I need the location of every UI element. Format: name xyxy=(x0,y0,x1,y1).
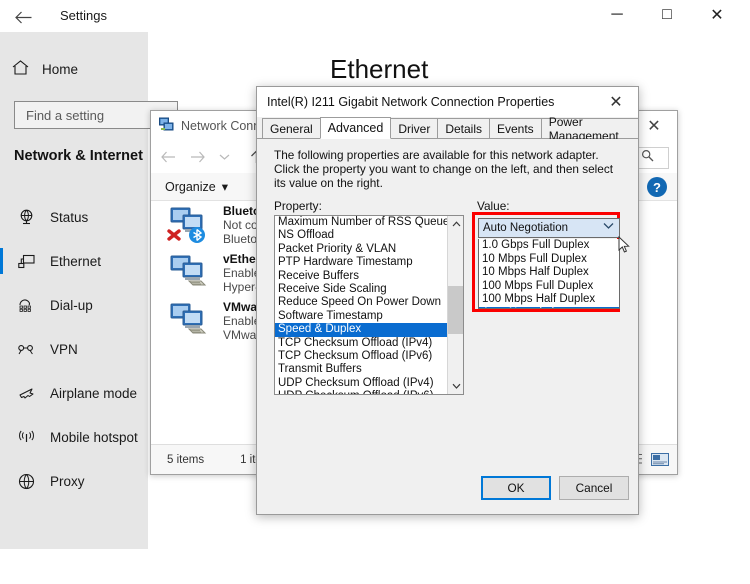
help-icon[interactable]: ? xyxy=(647,177,667,197)
property-list-item[interactable]: PTP Hardware Timestamp xyxy=(275,256,448,269)
chevron-down-icon[interactable]: ▾ xyxy=(222,179,228,194)
sidebar-item-proxy[interactable]: Proxy xyxy=(0,459,148,503)
value-combobox[interactable]: Auto Negotiation xyxy=(478,218,620,238)
property-listbox[interactable]: Maximum Number of RSS Queues NS Offload … xyxy=(274,215,464,395)
dropdown-option[interactable]: 10 Mbps Full Duplex xyxy=(479,253,619,267)
item-count: 5 items xyxy=(167,453,205,466)
sidebar-item-status-label: Status xyxy=(50,209,89,225)
property-list-item[interactable]: UDP Checksum Offload (IPv6) xyxy=(275,390,448,394)
sidebar-item-ethernet-label: Ethernet xyxy=(50,253,102,269)
tab-general[interactable]: General xyxy=(262,118,321,138)
sidebar-item-mobile-hotspot-label: Mobile hotspot xyxy=(50,429,138,445)
property-list-item[interactable]: TCP Checksum Offload (IPv4) xyxy=(275,337,448,350)
value-dropdown-annotation: Auto Negotiation 1.0 Gbps Full Duplex 10… xyxy=(472,212,620,312)
ok-button[interactable]: OK xyxy=(481,476,551,500)
property-list-item[interactable]: Transmit Buffers xyxy=(275,363,448,376)
tab-details[interactable]: Details xyxy=(437,118,490,138)
forward-icon[interactable] xyxy=(190,151,205,163)
properties-dialog-title: Intel(R) I211 Gigabit Network Connection… xyxy=(267,95,555,109)
property-list-item[interactable]: Receive Buffers xyxy=(275,270,448,283)
scrollbar-thumb[interactable] xyxy=(448,286,463,334)
page-title: Settings xyxy=(60,8,107,23)
property-list-item[interactable]: NS Offload xyxy=(275,229,448,242)
screen: Settings ─ □ ✕ Home Find a setting Netwo… xyxy=(0,0,750,584)
sidebar-item-home[interactable]: Home xyxy=(12,55,142,83)
property-list-item[interactable]: TCP Checksum Offload (IPv6) xyxy=(275,350,448,363)
sidebar-item-airplane-mode-label: Airplane mode xyxy=(50,385,138,401)
sidebar-item-airplane-mode[interactable]: Airplane mode xyxy=(0,371,148,415)
property-list-item[interactable]: Receive Side Scaling xyxy=(275,283,448,296)
organize-button[interactable]: Organize xyxy=(165,180,216,194)
mouse-cursor-icon xyxy=(618,235,630,259)
tab-driver[interactable]: Driver xyxy=(390,118,439,138)
property-list-item-selected[interactable]: Speed & Duplex xyxy=(275,323,448,337)
sidebar-item-mobile-hotspot[interactable]: Mobile hotspot xyxy=(0,415,148,459)
minimize-button[interactable]: ─ xyxy=(596,0,638,30)
value-label: Value: xyxy=(477,199,510,213)
globe-status-icon xyxy=(18,209,35,226)
proxy-globe-icon xyxy=(18,473,35,490)
ethernet-icon xyxy=(18,253,35,270)
category-title: Network & Internet xyxy=(14,148,143,164)
property-list-scrollbar[interactable] xyxy=(447,216,463,394)
sidebar-item-dialup-label: Dial-up xyxy=(50,297,93,313)
tab-advanced[interactable]: Advanced xyxy=(319,117,392,139)
vpn-icon xyxy=(18,341,35,358)
property-list-items: Maximum Number of RSS Queues NS Offload … xyxy=(275,216,455,394)
dropdown-option[interactable]: 10 Mbps Half Duplex xyxy=(479,266,619,280)
property-list-item[interactable]: Packet Priority & VLAN xyxy=(275,243,448,256)
dialup-phone-icon xyxy=(18,297,35,314)
chevron-down-icon[interactable] xyxy=(603,221,614,233)
panel-description: The following properties are available f… xyxy=(274,148,614,190)
value-dropdown-list[interactable]: 1.0 Gbps Full Duplex 10 Mbps Full Duplex… xyxy=(478,239,620,309)
dropdown-option-selected[interactable]: Auto Negotiation xyxy=(479,306,619,308)
sidebar-item-proxy-label: Proxy xyxy=(50,473,85,489)
search-placeholder: Find a setting xyxy=(26,107,105,123)
hotspot-icon xyxy=(18,429,35,446)
network-connections-icon xyxy=(159,117,174,136)
property-list-item[interactable]: Maximum Number of RSS Queues xyxy=(275,216,455,229)
sidebar-item-vpn[interactable]: VPN xyxy=(0,327,148,371)
settings-titlebar: Settings ─ □ ✕ xyxy=(0,0,750,32)
properties-dialog-titlebar: Intel(R) I211 Gigabit Network Connection… xyxy=(257,87,638,117)
sidebar-item-home-label: Home xyxy=(42,61,79,77)
settings-nav-list: Status Ethernet Dial-up VPN Airplane mod… xyxy=(0,195,148,503)
dropdown-option[interactable]: 1.0 Gbps Full Duplex xyxy=(479,239,619,253)
airplane-icon xyxy=(18,385,35,402)
recent-locations-icon[interactable] xyxy=(219,153,230,161)
sidebar-item-status[interactable]: Status xyxy=(0,195,148,239)
value-combobox-selected: Auto Negotiation xyxy=(483,222,569,234)
network-adapter-icon xyxy=(167,253,213,293)
home-icon xyxy=(12,60,29,78)
tab-events[interactable]: Events xyxy=(489,118,542,138)
back-icon[interactable] xyxy=(161,151,176,163)
network-connections-close-button[interactable]: ✕ xyxy=(637,115,671,137)
dropdown-option[interactable]: 100 Mbps Full Duplex xyxy=(479,280,619,294)
tab-power-management[interactable]: Power Management xyxy=(540,115,639,143)
bluetooth-adapter-icon xyxy=(167,205,213,245)
ethernet-page-heading: Ethernet xyxy=(330,54,429,84)
sidebar-item-ethernet[interactable]: Ethernet xyxy=(0,239,148,283)
close-button[interactable]: ✕ xyxy=(696,0,738,30)
large-icons-view-icon[interactable] xyxy=(651,453,669,469)
sidebar-item-dialup[interactable]: Dial-up xyxy=(0,283,148,327)
sidebar-item-vpn-label: VPN xyxy=(50,341,78,357)
search-icon xyxy=(641,149,654,167)
back-arrow-icon[interactable] xyxy=(12,6,34,28)
cancel-button[interactable]: Cancel xyxy=(559,476,629,500)
property-list-item[interactable]: Reduce Speed On Power Down xyxy=(275,296,448,309)
close-icon[interactable]: ✕ xyxy=(598,90,634,114)
chevron-up-icon[interactable] xyxy=(448,216,463,232)
network-adapter-icon xyxy=(167,301,213,341)
network-connections-title: Network Conn xyxy=(181,119,261,133)
dropdown-option[interactable]: 100 Mbps Half Duplex xyxy=(479,293,619,307)
property-list-item[interactable]: UDP Checksum Offload (IPv4) xyxy=(275,377,448,390)
maximize-button[interactable]: □ xyxy=(646,0,688,30)
chevron-down-icon[interactable] xyxy=(448,378,463,394)
properties-tabstrip: General Advanced Driver Details Events P… xyxy=(257,115,639,143)
property-label: Property: xyxy=(274,199,322,213)
property-list-item[interactable]: Software Timestamp xyxy=(275,310,448,323)
